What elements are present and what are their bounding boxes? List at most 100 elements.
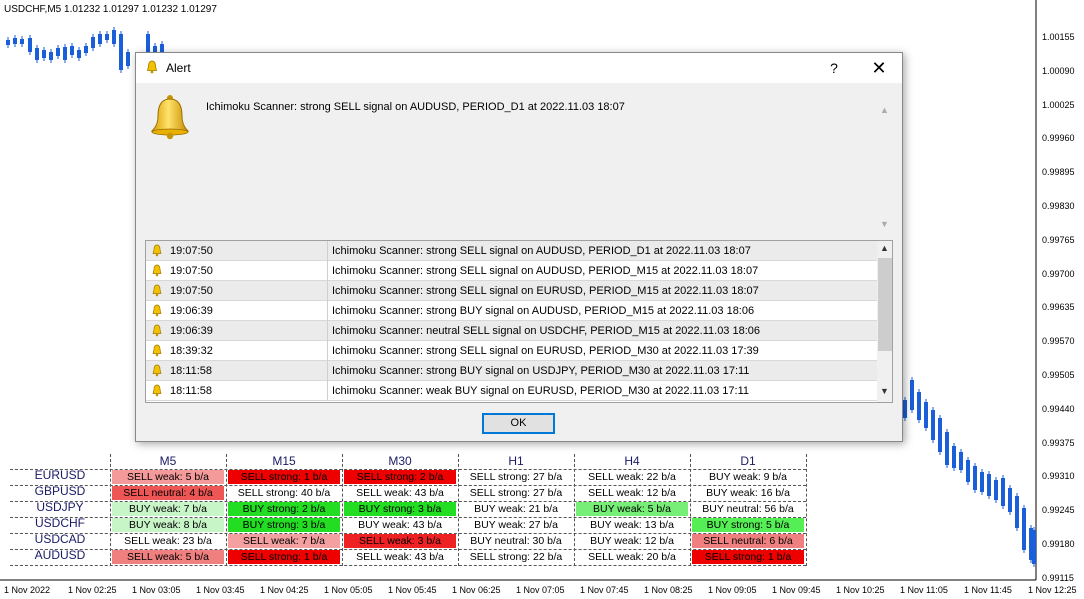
signal-cell: SELL weak: 5 b/a	[112, 550, 224, 564]
signal-cell: SELL weak: 22 b/a	[576, 470, 688, 484]
time-tick-label: 1 Nov 03:45	[196, 585, 245, 595]
scroll-up-icon[interactable]: ▲	[880, 105, 889, 115]
signal-cell: SELL weak: 20 b/a	[576, 550, 688, 564]
candle-body	[938, 418, 942, 452]
log-message: Ichimoku Scanner: strong SELL signal on …	[332, 285, 759, 297]
candle-body	[42, 50, 46, 58]
candle-body	[77, 50, 81, 58]
log-time: 19:07:50	[170, 265, 213, 277]
time-tick-label: 1 Nov 09:05	[708, 585, 757, 595]
grid-row-divider	[10, 565, 806, 566]
log-row[interactable]: 18:11:58 Ichimoku Scanner: strong BUY sig…	[146, 361, 877, 381]
signal-cell: BUY strong: 5 b/a	[692, 518, 804, 532]
signal-cell: BUY weak: 7 b/a	[112, 502, 224, 516]
alert-history-list[interactable]: 19:07:50 Ichimoku Scanner: strong SELL si…	[145, 240, 893, 403]
log-message: Ichimoku Scanner: strong SELL signal on …	[332, 245, 751, 257]
price-tick-label: 0.99960	[1042, 133, 1075, 144]
log-scrollbar[interactable]: ▲ ▼	[877, 241, 892, 402]
close-button[interactable]: ✕	[864, 53, 894, 83]
signal-cell: BUY strong: 3 b/a	[228, 518, 340, 532]
price-tick-label: 0.99765	[1042, 234, 1075, 245]
timeframe-header-h1: H1	[508, 454, 524, 468]
signal-cell: BUY weak: 13 b/a	[576, 518, 688, 532]
scroll-down-icon[interactable]: ▼	[880, 219, 889, 229]
bell-icon	[152, 284, 162, 297]
bell-icon	[146, 60, 158, 74]
price-tick-label: 0.99895	[1042, 167, 1075, 178]
scroll-down-icon[interactable]: ▼	[880, 386, 889, 396]
signal-cell: BUY weak: 43 b/a	[344, 518, 456, 532]
signal-cell: SELL weak: 43 b/a	[344, 486, 456, 500]
log-row[interactable]: 18:39:32 Ichimoku Scanner: strong SELL si…	[146, 341, 877, 361]
signal-cell: SELL weak: 7 b/a	[228, 534, 340, 548]
scroll-thumb[interactable]	[878, 258, 892, 351]
time-tick-label: 1 Nov 2022	[4, 585, 51, 595]
time-tick-label: 1 Nov 11:45	[964, 585, 1012, 595]
candle-body	[6, 40, 10, 45]
log-row[interactable]: 19:07:50 Ichimoku Scanner: strong SELL si…	[146, 281, 877, 301]
log-message: Ichimoku Scanner: strong BUY signal on A…	[332, 305, 755, 317]
symbol-label-gbpusd: GBPUSD	[34, 484, 86, 498]
time-tick-label: 1 Nov 10:25	[836, 585, 885, 595]
candle-body	[966, 460, 970, 482]
time-tick-label: 1 Nov 03:05	[132, 585, 181, 595]
timeframe-header-m15: M15	[272, 454, 296, 468]
price-tick-label: 0.99440	[1042, 403, 1075, 414]
log-row[interactable]: 19:07:50 Ichimoku Scanner: strong SELL si…	[146, 241, 877, 261]
symbol-label-eurusd: EURUSD	[34, 468, 86, 482]
price-tick-label: 0.99570	[1042, 336, 1075, 347]
signal-cell: SELL weak: 5 b/a	[112, 470, 224, 484]
bell-icon	[152, 324, 162, 337]
timeframe-header-m5: M5	[159, 454, 177, 468]
log-row[interactable]: 19:07:50 Ichimoku Scanner: strong SELL si…	[146, 261, 877, 281]
symbol-label-usdjpy: USDJPY	[36, 500, 84, 514]
signal-cell: BUY weak: 5 b/a	[576, 502, 688, 516]
log-time: 19:07:50	[170, 285, 213, 297]
signal-cell: SELL weak: 43 b/a	[344, 550, 456, 564]
candle-body	[56, 48, 60, 56]
dialog-titlebar[interactable]: Alert ? ✕	[136, 53, 902, 83]
signal-cell: SELL strong: 2 b/a	[344, 470, 456, 484]
candle-body	[112, 30, 116, 44]
candle-body	[28, 38, 32, 52]
help-button[interactable]: ?	[819, 53, 849, 83]
log-message: Ichimoku Scanner: neutral SELL signal on…	[332, 325, 761, 337]
bell-icon	[152, 344, 162, 357]
log-column-divider	[327, 381, 328, 401]
signal-cell: SELL strong: 40 b/a	[228, 486, 340, 500]
price-tick-label: 1.00025	[1042, 99, 1075, 110]
log-row[interactable]: 19:06:39 Ichimoku Scanner: neutral SELL s…	[146, 321, 877, 341]
log-column-divider	[327, 341, 328, 361]
price-tick-label: 0.99310	[1042, 471, 1075, 482]
symbol-label-audusd: AUDUSD	[34, 548, 86, 562]
log-row[interactable]: 18:11:58 Ichimoku Scanner: weak BUY signa…	[146, 381, 877, 401]
signal-cell: SELL strong: 27 b/a	[460, 470, 572, 484]
candle-body	[980, 472, 984, 492]
price-tick-label: 0.99700	[1042, 268, 1075, 279]
log-column-divider	[327, 361, 328, 381]
symbol-label-usdcad: USDCAD	[34, 532, 86, 546]
log-time: 19:06:39	[170, 305, 213, 317]
ok-button[interactable]: OK	[482, 413, 555, 434]
time-tick-label: 1 Nov 12:25	[1028, 585, 1077, 595]
candle-body	[917, 392, 921, 420]
signal-cell: SELL weak: 3 b/a	[344, 534, 456, 548]
scroll-up-icon[interactable]: ▲	[880, 243, 889, 253]
bell-icon	[152, 384, 162, 397]
candle-body	[987, 474, 991, 496]
signal-cell: BUY weak: 8 b/a	[112, 518, 224, 532]
candle-body	[903, 400, 907, 418]
price-tick-label: 0.99245	[1042, 505, 1075, 516]
price-tick-label: 0.99375	[1042, 437, 1075, 448]
log-message: Ichimoku Scanner: strong SELL signal on …	[332, 345, 759, 357]
time-tick-label: 1 Nov 02:25	[68, 585, 117, 595]
time-tick-label: 1 Nov 05:05	[324, 585, 373, 595]
candle-body	[20, 39, 24, 44]
price-tick-label: 0.99505	[1042, 370, 1075, 380]
log-time: 18:11:58	[170, 385, 213, 397]
candle-body	[910, 380, 914, 410]
alert-dialog: Alert ? ✕ Ichimoku Scanner: strong SELL …	[135, 52, 903, 442]
candle-body	[70, 46, 74, 55]
log-row[interactable]: 19:06:39 Ichimoku Scanner: strong BUY sig…	[146, 301, 877, 321]
candle-body	[35, 48, 39, 60]
